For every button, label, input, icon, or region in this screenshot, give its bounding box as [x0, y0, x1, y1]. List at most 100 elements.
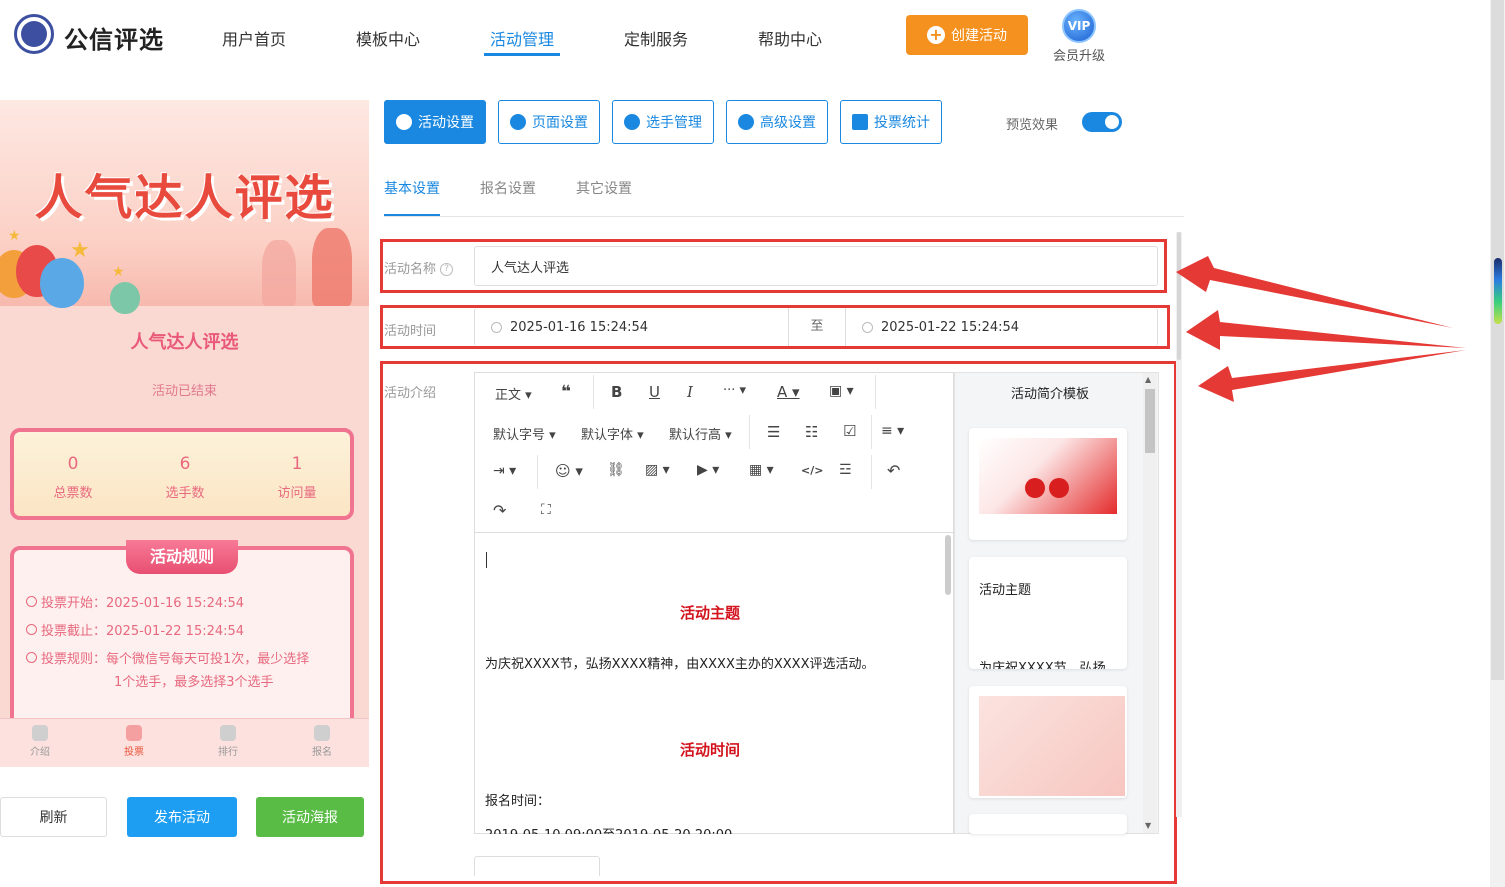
star-badge-icon [396, 114, 412, 130]
nav-item-home[interactable]: 用户首页 [222, 26, 286, 50]
advanced-settings-label: 高级设置 [760, 115, 816, 131]
activity-name-input[interactable]: 人气达人评选 [474, 246, 1158, 286]
background-color-icon[interactable]: ▣ ▾ [829, 383, 854, 399]
brand-name[interactable]: 公信评选 [64, 20, 164, 55]
text-cursor [486, 552, 487, 568]
create-activity-button[interactable]: + 创建活动 [906, 15, 1028, 55]
template-card[interactable] [969, 428, 1127, 540]
signup-icon [314, 725, 330, 741]
code-icon[interactable]: </> [801, 464, 823, 477]
intro-template-panel: 活动简介模板 活动主题 为庆祝XXXX节，弘扬 ▲ ▼ [954, 372, 1159, 834]
emoji-icon[interactable]: ☺ ▾ [555, 462, 583, 480]
checklist-icon[interactable]: ☑ [843, 422, 856, 440]
rule-vote-end: 投票截止：2025-01-22 15:24:54 [26, 620, 244, 639]
nav-item-custom-service[interactable]: 定制服务 [624, 26, 688, 50]
preview-effect-toggle[interactable] [1082, 112, 1122, 132]
video-icon[interactable]: ▶ ▾ [697, 462, 719, 478]
balloon-icon [110, 282, 140, 314]
template-thumbnail-image [979, 696, 1125, 796]
editor-toolbar: 正文 ▾ ❝ B U I ··· ▾ A ▾ ▣ ▾ 默认字号 ▾ 默认字体 ▾… [475, 373, 953, 533]
editor-scrollbar[interactable] [945, 535, 951, 595]
scroll-up-icon[interactable]: ▲ [1145, 375, 1151, 384]
template-card[interactable] [969, 814, 1127, 834]
preview-activity-status: 活动已结束 [151, 384, 217, 399]
tab-divider [384, 216, 1184, 217]
contestant-management-button[interactable]: 选手管理 [612, 100, 714, 144]
redo-icon[interactable]: ↷ [493, 501, 506, 520]
activity-start-time-input[interactable]: 2025-01-16 15:24:54 [474, 308, 789, 346]
bold-icon[interactable]: B [611, 383, 622, 401]
quote-icon[interactable]: ❝ [561, 382, 571, 402]
page-settings-button[interactable]: 页面设置 [498, 100, 600, 144]
more-format-icon[interactable]: ··· ▾ [723, 383, 746, 398]
link-icon[interactable]: ⛓ [607, 462, 625, 478]
template-thumbnail-image [979, 438, 1117, 514]
stat-total-votes-label: 总票数 [53, 486, 93, 501]
scroll-down-icon[interactable]: ▼ [1145, 821, 1151, 830]
clock-icon [26, 624, 37, 635]
content-heading-time: 活动时间 [679, 741, 740, 759]
content-paragraph-signup-time: 报名时间： [485, 794, 551, 809]
template-card[interactable] [969, 686, 1127, 798]
bottom-tab-vote[interactable]: 投票 [104, 725, 164, 758]
table-icon[interactable]: ▦ ▾ [749, 462, 774, 478]
rich-text-editor[interactable]: 正文 ▾ ❝ B U I ··· ▾ A ▾ ▣ ▾ 默认字号 ▾ 默认字体 ▾… [474, 372, 954, 834]
activity-end-time-input[interactable]: 2025-01-22 15:24:54 [846, 308, 1158, 346]
rule-vote-start: 投票开始：2025-01-16 15:24:54 [26, 592, 244, 611]
template-card[interactable]: 活动主题 为庆祝XXXX节，弘扬 [969, 557, 1127, 669]
advanced-settings-button[interactable]: 高级设置 [726, 100, 828, 144]
font-family-dropdown[interactable]: 默认字体 ▾ [581, 424, 644, 443]
brand-logo-icon[interactable] [14, 14, 54, 54]
publish-activity-button[interactable]: 发布活动 [127, 797, 237, 837]
tab-other-settings[interactable]: 其它设置 [576, 178, 632, 198]
bullet-list-icon[interactable]: ☰ [767, 423, 780, 441]
activity-settings-button[interactable]: 活动设置 [384, 100, 486, 144]
star-icon: ★ [112, 264, 125, 280]
template-panel-title: 活动简介模板 [1010, 387, 1089, 402]
star-icon: ★ [70, 238, 90, 263]
figure-silhouette-icon [262, 240, 296, 306]
align-icon[interactable]: ≡ ▾ [881, 423, 904, 439]
vip-upgrade-link[interactable]: 会员升级 [1053, 45, 1105, 64]
underline-icon[interactable]: U [649, 383, 660, 401]
indent-icon[interactable]: ⇥ ▾ [493, 463, 516, 479]
numbered-list-icon[interactable]: ☷ [805, 423, 818, 441]
ranking-icon [220, 725, 236, 741]
vote-statistics-button[interactable]: 投票统计 [840, 100, 942, 144]
fullscreen-icon[interactable]: ⛶ [541, 502, 551, 518]
vip-icon[interactable]: VIP [1062, 9, 1096, 43]
bottom-tab-signup-label: 报名 [312, 747, 332, 758]
italic-icon[interactable]: I [687, 383, 693, 401]
mobile-preview: ★ ★ ★ 人气达人评选 人气达人评选 活动已结束 0 总票数 6 选手数 1 … [0, 100, 369, 767]
divider-line-icon[interactable]: ☲ [839, 462, 852, 478]
activity-end-time-value: 2025-01-22 15:24:54 [881, 319, 1020, 335]
editor-footer-tab[interactable] [474, 856, 600, 876]
template-card-title: 活动主题 [979, 583, 1032, 598]
activity-name-label: 活动名称 ? [384, 258, 454, 277]
toolbar-divider [749, 415, 750, 449]
top-navbar: 公信评选 用户首页 模板中心 活动管理 定制服务 帮助中心 + 创建活动 VIP… [0, 0, 1490, 72]
tab-basic-settings[interactable]: 基本设置 [384, 178, 440, 198]
font-color-icon[interactable]: A ▾ [777, 383, 800, 401]
nav-item-help[interactable]: 帮助中心 [758, 26, 822, 50]
page-scrollbar-thumb[interactable] [1491, 0, 1504, 680]
refresh-button[interactable]: 刷新 [0, 797, 107, 837]
undo-icon[interactable]: ↶ [887, 461, 900, 480]
bottom-tab-intro[interactable]: 介绍 [10, 725, 70, 758]
font-size-dropdown[interactable]: 默认字号 ▾ [493, 424, 556, 443]
template-panel-scrollbar-thumb[interactable] [1145, 389, 1155, 453]
activity-poster-button[interactable]: 活动海报 [256, 797, 364, 837]
line-height-dropdown[interactable]: 默认行高 ▾ [669, 424, 732, 443]
help-icon[interactable]: ? [440, 263, 454, 276]
bottom-tab-ranking[interactable]: 排行 [198, 725, 258, 758]
bottom-tab-signup[interactable]: 报名 [292, 725, 352, 758]
paragraph-style-dropdown[interactable]: 正文 ▾ [495, 384, 532, 403]
nav-item-activity-management[interactable]: 活动管理 [490, 26, 554, 50]
nav-item-templates[interactable]: 模板中心 [356, 26, 420, 50]
tab-signup-settings[interactable]: 报名设置 [480, 178, 536, 198]
toolbar-divider [871, 455, 872, 489]
editor-content[interactable]: 活动主题 为庆祝XXXX节，弘扬XXXX精神，由XXXX主办的XXXX评选活动。… [475, 534, 945, 834]
rule-vote-end-text: 投票截止：2025-01-22 15:24:54 [41, 624, 245, 639]
sliders-icon [738, 114, 754, 130]
image-icon[interactable]: ▨ ▾ [645, 462, 670, 478]
